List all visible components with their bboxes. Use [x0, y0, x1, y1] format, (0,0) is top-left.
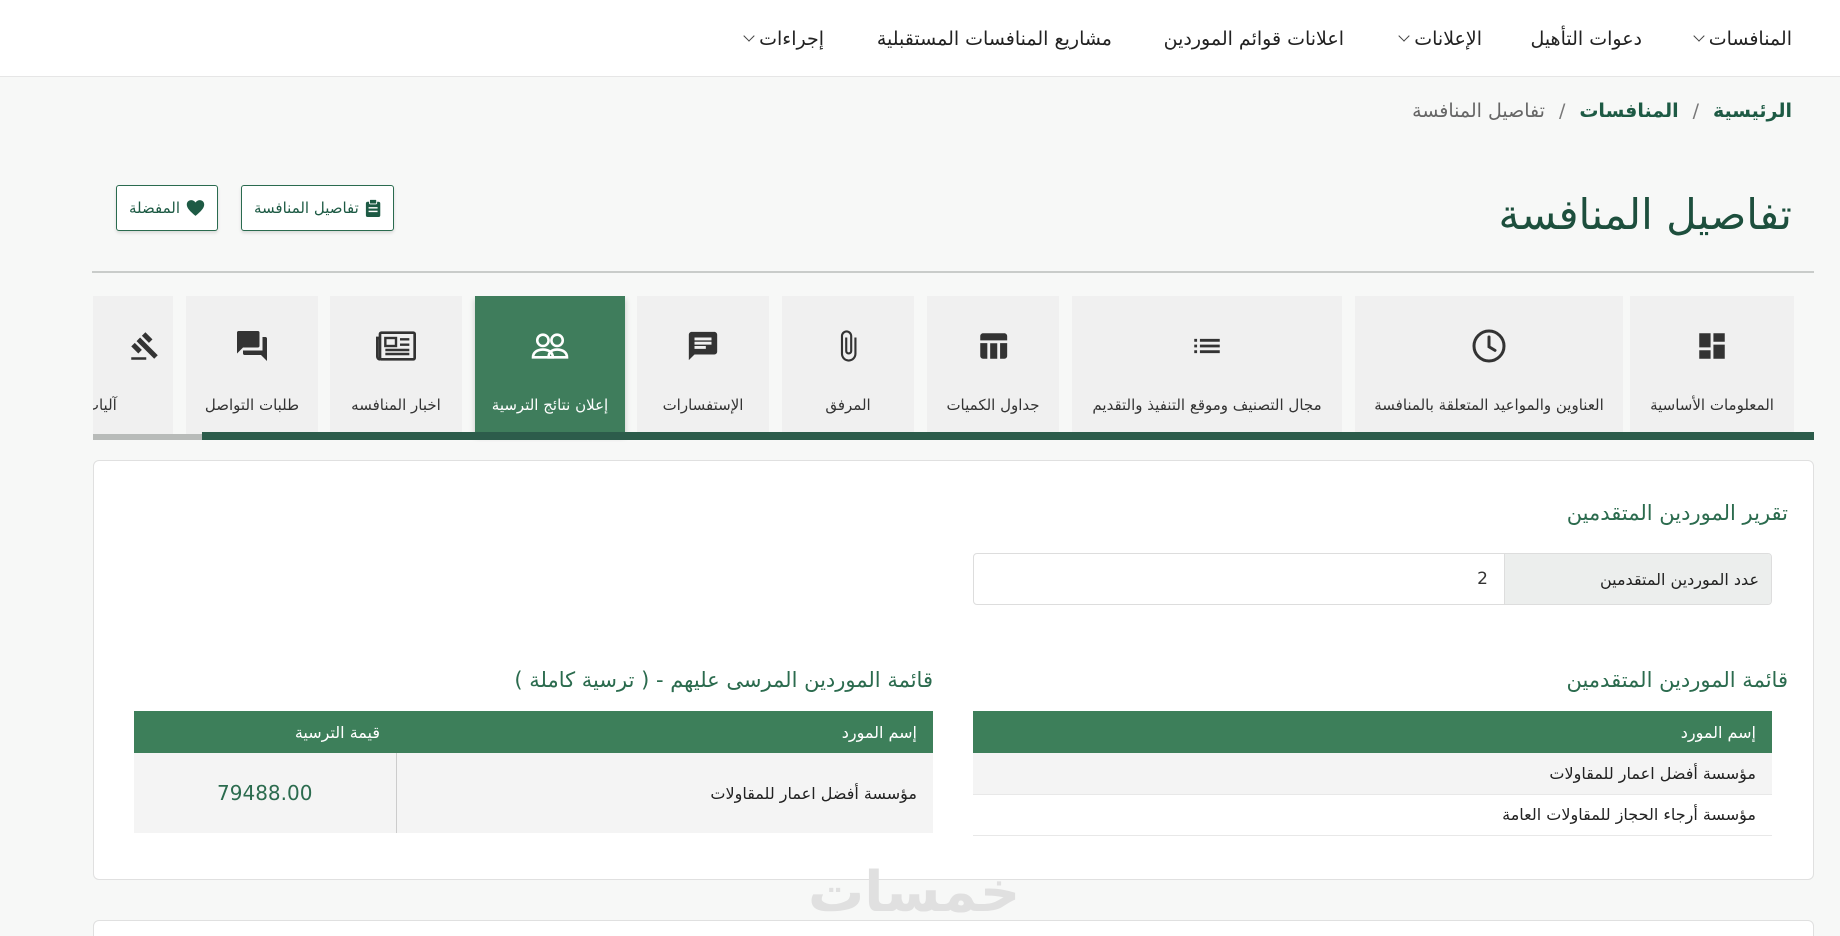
nav-procedures[interactable]: إجراءات [743, 0, 824, 77]
list-icon [1187, 326, 1227, 366]
heart-icon [186, 200, 205, 216]
tab-inquiries[interactable]: الإستفسارات [637, 296, 769, 434]
dashboard-icon [1692, 326, 1732, 366]
breadcrumb-home[interactable]: الرئيسية [1713, 100, 1792, 122]
page-title: تفاصيل المنافسة [1498, 190, 1792, 239]
nav-label: اعلانات قوائم الموردين [1163, 27, 1344, 50]
breadcrumb-current: تفاصيل المنافسة [1412, 100, 1545, 122]
nav-qualification-invites[interactable]: دعوات التأهيل [1530, 0, 1642, 77]
paperclip-icon [828, 326, 868, 366]
table-header-row: إسم المورد قيمة الترسية [134, 711, 933, 753]
applicants-count-row: عدد الموردين المتقدمين 2 [973, 553, 1772, 605]
nav-label: إجراءات [759, 27, 824, 50]
tab-addresses-dates[interactable]: العناوين والمواعيد المتعلقة بالمنافسة [1355, 296, 1623, 434]
people-icon [530, 326, 570, 366]
tab-label: آليات المح [93, 396, 117, 414]
tab-quantity-tables[interactable]: جداول الكميات [927, 296, 1059, 434]
tab-label: إعلان نتائج الترسية [491, 396, 609, 414]
tab-label: العناوين والمواعيد المتعلقة بالمنافسة [1374, 396, 1604, 414]
table-row: مؤسسة أفضل اعمار للمقاولات [973, 753, 1772, 795]
applicants-list-title: قائمة الموردين المتقدمين [1566, 668, 1788, 692]
supplier-name: مؤسسة أرجاء الحجاز للمقاولات العامة [973, 794, 1772, 836]
tab-label: مجال التصنيف وموقع التنفيذ والتقديم [1092, 396, 1322, 414]
tab-label: المرفق [825, 396, 871, 414]
tab-mechanisms[interactable]: آليات المح [93, 296, 173, 434]
chat-icon [683, 326, 723, 366]
tab-basic-info[interactable]: المعلومات الأساسية [1630, 296, 1794, 434]
awarded-table: إسم المورد قيمة الترسية مؤسسة أفضل اعمار… [134, 711, 933, 833]
applicants-count-label: عدد الموردين المتقدمين [1504, 554, 1771, 604]
tab-label: المعلومات الأساسية [1650, 396, 1774, 414]
breadcrumb-separator: / [1558, 100, 1566, 122]
nav-announcements[interactable]: الإعلانات [1398, 0, 1482, 77]
nav-label: مشاريع المنافسات المستقبلية [876, 27, 1112, 50]
tab-award-results[interactable]: إعلان نتائج الترسية [475, 296, 625, 434]
supplier-name: مؤسسة أفضل اعمار للمقاولات [973, 753, 1772, 795]
tab-label: طلبات التواصل [204, 396, 300, 414]
tabs-scrollbar[interactable] [93, 434, 202, 440]
button-label: المفضلة [129, 199, 181, 217]
forum-icon [232, 326, 272, 366]
applicants-count-value: 2 [1477, 569, 1488, 589]
tab-label: اخبار المنافسه [351, 396, 441, 414]
breadcrumb-separator: / [1692, 100, 1700, 122]
tab-label: الإستفسارات [662, 396, 744, 414]
table-row: مؤسسة أفضل اعمار للمقاولات 79488.00 [134, 753, 933, 833]
tab-contact-requests[interactable]: طلبات التواصل [186, 296, 318, 434]
title-divider [92, 271, 1814, 273]
supplier-name: مؤسسة أفضل اعمار للمقاولات [395, 753, 933, 833]
awarded-list-title: قائمة الموردين المرسى عليهم - ( ترسية كا… [514, 668, 933, 692]
chevron-down-icon [1693, 29, 1705, 42]
tab-competition-news[interactable]: اخبار المنافسه [330, 296, 462, 434]
column-header: إسم المورد [973, 711, 1772, 753]
watermark-logo: خمسات [808, 860, 1021, 925]
tab-classification-location[interactable]: مجال التصنيف وموقع التنفيذ والتقديم [1072, 296, 1342, 434]
tabs-underline [202, 432, 1814, 440]
clock-icon [1469, 326, 1509, 366]
breadcrumb-competitions[interactable]: المنافسات [1579, 100, 1678, 122]
favorite-button[interactable]: المفضلة [116, 185, 218, 231]
table-icon [973, 326, 1013, 366]
column-header: قيمة الترسية [134, 711, 396, 753]
nav-supplier-lists[interactable]: اعلانات قوائم الموردين [1164, 0, 1344, 77]
nav-label: دعوات التأهيل [1530, 27, 1642, 50]
tabs-strip: المعلومات الأساسية العناوين والمواعيد ال… [93, 296, 1814, 442]
report-title: تقرير الموردين المتقدمين [1566, 501, 1788, 525]
table-row: مؤسسة أرجاء الحجاز للمقاولات العامة [973, 794, 1772, 836]
tab-label: جداول الكميات [946, 396, 1040, 414]
breadcrumb: الرئيسية / المنافسات / تفاصيل المنافسة [1412, 100, 1792, 122]
clipboard-icon [365, 199, 381, 217]
column-header: إسم المورد [396, 711, 933, 753]
chevron-down-icon [1398, 29, 1410, 42]
chevron-down-icon [743, 29, 755, 42]
tab-attachment[interactable]: المرفق [782, 296, 914, 434]
gavel-icon [125, 326, 165, 366]
table-header-row: إسم المورد [973, 711, 1772, 753]
nav-competitions[interactable]: المنافسات [1693, 0, 1792, 77]
competition-details-button[interactable]: تفاصيل المنافسة [241, 185, 394, 231]
nav-label: الإعلانات [1414, 27, 1482, 50]
newspaper-icon [376, 326, 416, 366]
nav-label: المنافسات [1708, 27, 1792, 50]
button-label: تفاصيل المنافسة [254, 199, 359, 217]
top-navbar: المنافسات دعوات التأهيل الإعلانات اعلانا… [0, 0, 1840, 77]
applicants-table: إسم المورد مؤسسة أفضل اعمار للمقاولات مؤ… [973, 711, 1772, 836]
award-value: 79488.00 [134, 753, 397, 833]
nav-future-projects[interactable]: مشاريع المنافسات المستقبلية [877, 0, 1112, 77]
